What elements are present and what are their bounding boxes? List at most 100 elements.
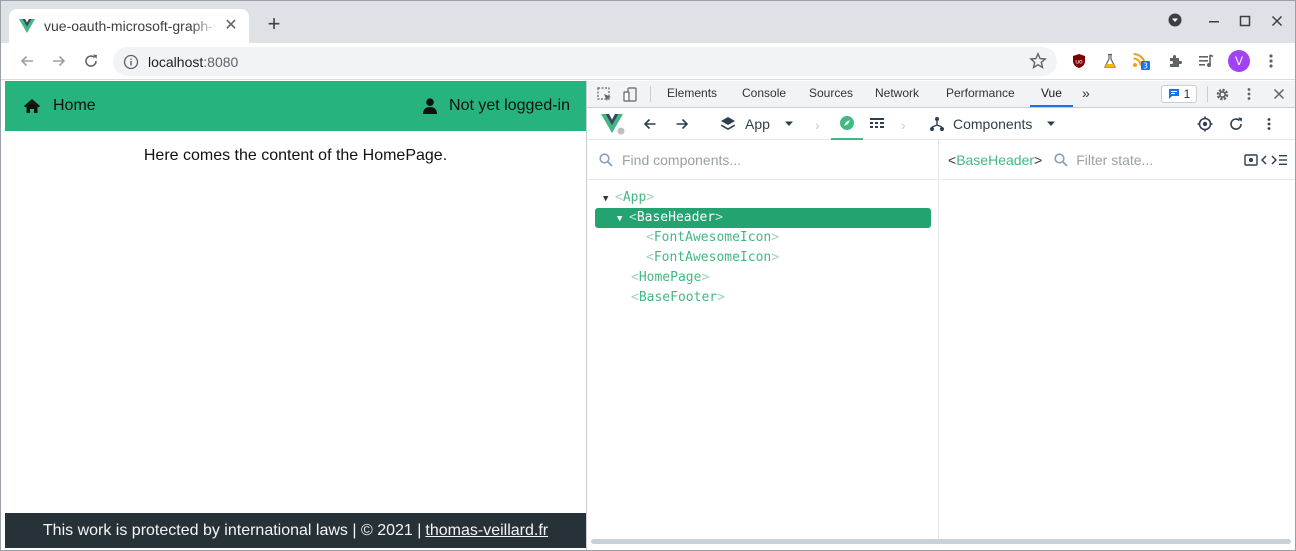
devtools-menu-icon[interactable] bbox=[1241, 86, 1257, 102]
component-tree-icon bbox=[930, 117, 944, 131]
extensions-puzzle-icon[interactable] bbox=[1166, 52, 1184, 70]
compass-icon bbox=[840, 116, 854, 130]
svg-text:uo: uo bbox=[1075, 59, 1083, 66]
inspector-tab-button[interactable] bbox=[831, 108, 863, 140]
find-components-row bbox=[587, 140, 939, 180]
browser-tab[interactable]: vue-oauth-microsoft-graph-sample ✕ bbox=[9, 9, 249, 43]
tree-node-fontawesomeicon[interactable]: <FontAwesomeIcon> bbox=[646, 228, 779, 248]
tree-node-basefooter[interactable]: <BaseFooter> bbox=[631, 288, 725, 308]
app-selector[interactable]: App bbox=[720, 108, 794, 140]
ublock-icon[interactable]: uo bbox=[1070, 52, 1088, 70]
app-footer: This work is protected by international … bbox=[5, 513, 586, 548]
tabbar-divider bbox=[650, 86, 651, 102]
tree-node-label: HomePage bbox=[638, 270, 702, 285]
tab-title: vue-oauth-microsoft-graph-sample bbox=[44, 18, 217, 34]
maximize-icon[interactable] bbox=[1234, 13, 1256, 31]
components-label: Components bbox=[953, 116, 1033, 132]
app-header: Home Not yet logged-in bbox=[5, 81, 586, 131]
bookmark-star-icon[interactable] bbox=[1029, 52, 1047, 70]
issues-count: 1 bbox=[1183, 87, 1191, 101]
more-options-icon[interactable] bbox=[1279, 154, 1288, 166]
device-toolbar-icon[interactable] bbox=[622, 86, 638, 102]
browser-toolbar: localhost:8080 uo 3 bbox=[1, 43, 1295, 80]
profile-avatar[interactable]: V bbox=[1228, 50, 1250, 72]
timeline-tab-button[interactable] bbox=[869, 108, 885, 140]
find-components-input[interactable] bbox=[622, 151, 902, 168]
tab-sources[interactable]: Sources bbox=[809, 81, 853, 107]
tree-node-fontawesomeicon[interactable]: <FontAwesomeIcon> bbox=[646, 248, 779, 268]
more-tabs-button[interactable]: » bbox=[1082, 81, 1090, 107]
devtools-tabbar: Elements Console Sources Network Perform… bbox=[587, 81, 1295, 108]
tree-node-label: BaseFooter bbox=[638, 290, 718, 305]
tree-node-baseheader[interactable]: ▼ <BaseHeader> bbox=[595, 208, 931, 228]
vue-menu-icon[interactable] bbox=[1267, 108, 1271, 140]
extension-badge: 3 bbox=[1143, 62, 1148, 71]
devtools-panel: Elements Console Sources Network Perform… bbox=[586, 81, 1295, 550]
media-queue-icon[interactable] bbox=[1197, 52, 1215, 70]
flask-extension-icon[interactable] bbox=[1101, 52, 1119, 70]
back-icon[interactable] bbox=[16, 50, 38, 72]
rss-feed-icon[interactable]: 3 bbox=[1132, 52, 1150, 70]
reload-icon[interactable] bbox=[80, 50, 102, 72]
tab-network[interactable]: Network bbox=[875, 81, 919, 107]
breadcrumb-separator-icon: › bbox=[815, 117, 820, 133]
refresh-icon[interactable] bbox=[1229, 108, 1243, 140]
breadcrumb-separator-icon: › bbox=[901, 117, 906, 133]
expand-caret-icon[interactable]: ▼ bbox=[603, 189, 615, 209]
vue-logo-icon bbox=[19, 19, 35, 33]
footer-link[interactable]: thomas-veillard.fr bbox=[425, 522, 548, 540]
selected-component-name: <BaseHeader> bbox=[948, 151, 1043, 168]
inspect-element-icon[interactable] bbox=[596, 86, 612, 102]
issues-badge[interactable]: 1 bbox=[1161, 85, 1197, 103]
close-devtools-icon[interactable] bbox=[1271, 86, 1287, 102]
tree-node-app[interactable]: ▼ <App> bbox=[603, 188, 654, 208]
component-state-header: <BaseHeader> bbox=[940, 140, 1295, 180]
forward-icon[interactable] bbox=[48, 50, 70, 72]
browser-window: vue-oauth-microsoft-graph-sample ✕ + bbox=[0, 0, 1296, 551]
new-tab-button[interactable]: + bbox=[263, 13, 285, 36]
home-icon bbox=[24, 99, 40, 113]
close-window-icon[interactable] bbox=[1266, 13, 1288, 31]
close-tab-icon[interactable]: ✕ bbox=[223, 18, 239, 34]
tree-node-label: FontAwesomeIcon bbox=[653, 230, 772, 245]
browser-menu-icon[interactable] bbox=[1262, 52, 1280, 70]
home-link[interactable]: Home bbox=[23, 97, 96, 115]
home-label: Home bbox=[53, 97, 96, 114]
navigate-back-icon[interactable] bbox=[643, 108, 657, 140]
login-label: Not yet logged-in bbox=[449, 97, 570, 114]
tree-node-homepage[interactable]: <HomePage> bbox=[631, 268, 709, 288]
tree-node-label: App bbox=[622, 190, 647, 205]
tab-performance[interactable]: Performance bbox=[946, 81, 1015, 107]
horizontal-scrollbar[interactable] bbox=[591, 539, 1291, 544]
tab-console[interactable]: Console bbox=[742, 81, 786, 107]
footer-text: This work is protected by international … bbox=[42, 521, 422, 539]
code-icon[interactable] bbox=[1261, 154, 1278, 166]
tab-strip: vue-oauth-microsoft-graph-sample ✕ + bbox=[1, 1, 1295, 43]
user-icon bbox=[423, 98, 438, 114]
search-icon bbox=[1054, 152, 1068, 167]
tabbar-divider bbox=[1207, 86, 1208, 102]
component-tree-pane: ▼<App> ▼<BaseHeader> <FontAwesomeIcon> <… bbox=[587, 140, 939, 540]
tree-node-label: BaseHeader bbox=[636, 210, 716, 225]
address-bar[interactable]: localhost:8080 bbox=[113, 47, 1057, 76]
minimize-icon[interactable] bbox=[1203, 13, 1225, 31]
tree-node-label: FontAwesomeIcon bbox=[653, 250, 772, 265]
navigate-forward-icon[interactable] bbox=[675, 108, 689, 140]
filter-state-input[interactable] bbox=[1076, 151, 1227, 168]
tab-search-icon[interactable] bbox=[1164, 13, 1186, 31]
app-selector-label: App bbox=[745, 116, 770, 132]
settings-gear-icon[interactable] bbox=[1214, 86, 1230, 102]
web-page: Home Not yet logged-in Here comes the co… bbox=[5, 81, 586, 548]
site-info-icon[interactable] bbox=[123, 54, 139, 70]
chevron-down-icon bbox=[1047, 121, 1056, 126]
expand-caret-icon[interactable]: ▼ bbox=[617, 209, 629, 229]
scroll-to-component-icon[interactable] bbox=[1244, 153, 1258, 167]
tab-elements[interactable]: Elements bbox=[667, 81, 717, 107]
url-port: :8080 bbox=[203, 53, 239, 70]
select-component-icon[interactable] bbox=[1197, 108, 1213, 140]
login-status[interactable]: Not yet logged-in bbox=[423, 97, 570, 115]
selected-component-label: BaseHeader bbox=[956, 151, 1035, 168]
tab-vue[interactable]: Vue bbox=[1030, 81, 1073, 107]
message-icon bbox=[1168, 89, 1179, 99]
components-selector[interactable]: Components bbox=[929, 108, 1056, 140]
